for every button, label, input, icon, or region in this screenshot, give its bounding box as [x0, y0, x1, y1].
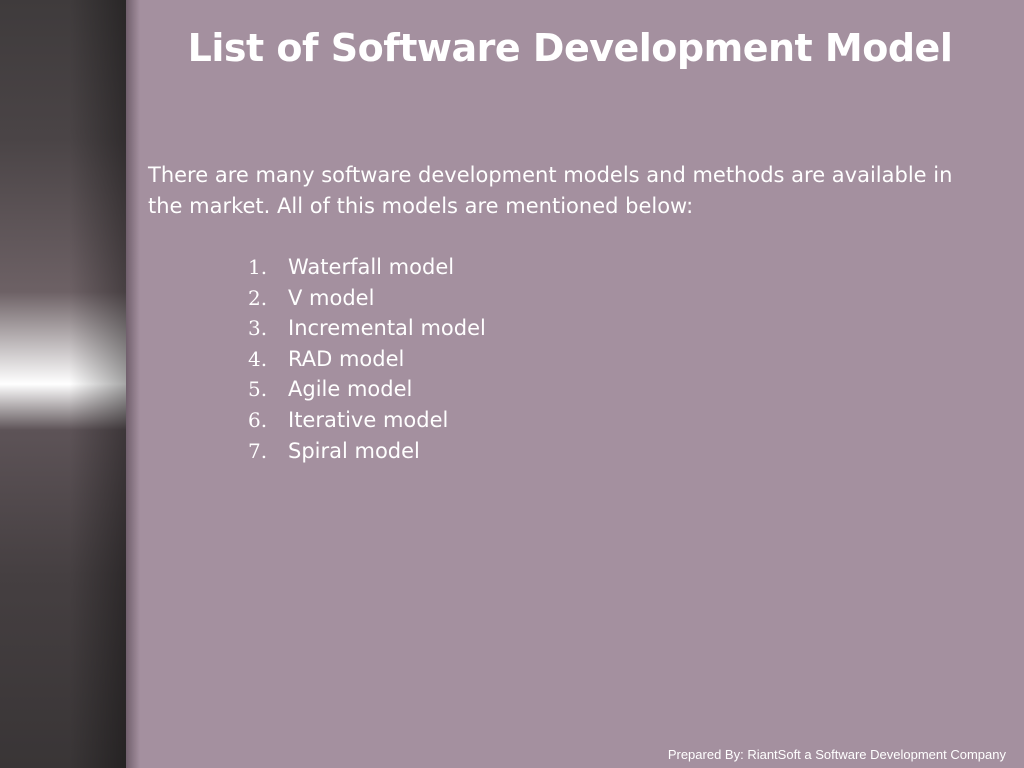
list-item-label: Iterative model	[288, 407, 449, 432]
list-item: 3. Incremental model	[248, 313, 486, 344]
list-item-number: 3.	[248, 316, 268, 341]
list-item: 1. Waterfall model	[248, 252, 486, 283]
list-item-number: 7.	[248, 438, 268, 463]
list-item-number: 6.	[248, 407, 268, 432]
side-bar-shadow	[126, 0, 140, 768]
list-item: 2. V model	[248, 283, 486, 314]
list-item-label: Spiral model	[288, 438, 420, 463]
intro-paragraph: There are many software development mode…	[148, 163, 953, 218]
footer-credit: Prepared By: RiantSoft a Software Develo…	[667, 747, 1006, 762]
list-item-label: RAD model	[288, 346, 405, 371]
list-item: 4. RAD model	[248, 344, 486, 375]
list-item-number: 5.	[248, 377, 268, 402]
slide-title: List of Software Development Model	[187, 26, 953, 70]
list-item-label: Incremental model	[288, 316, 486, 341]
list-item-label: Waterfall model	[288, 255, 455, 279]
list-item-number: 4.	[248, 346, 268, 371]
list-item: 6. Iterative model	[248, 405, 486, 436]
list-item-number: 1.	[248, 255, 268, 279]
list-item: 7. Spiral model	[248, 436, 486, 467]
list-item-label: Agile model	[288, 377, 413, 402]
model-list: 1. Waterfall model 2. V model 3. Incrementa…	[248, 252, 486, 466]
list-item-label: V model	[288, 285, 375, 310]
decorative-side-bar	[0, 0, 126, 768]
list-item: 5. Agile model	[248, 374, 486, 405]
list-item-number: 2.	[248, 285, 268, 310]
